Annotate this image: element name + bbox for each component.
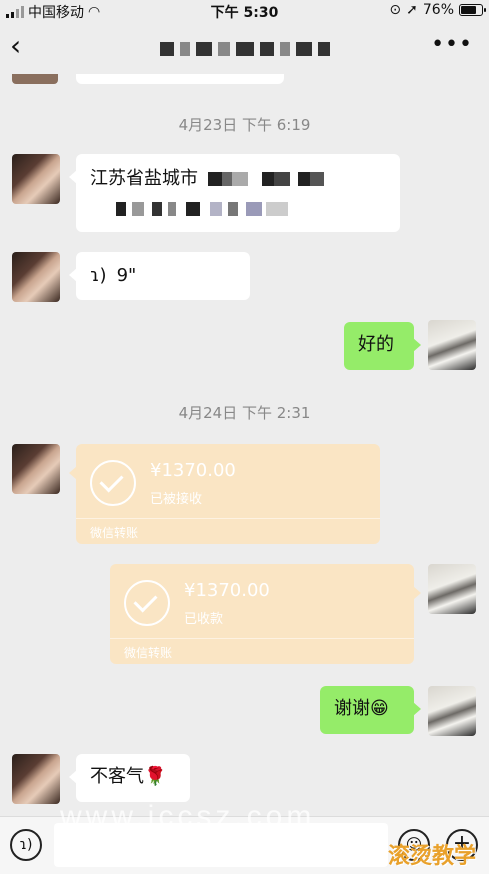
transfer-source: 微信转账: [124, 646, 173, 660]
battery-percent: 76%: [422, 2, 454, 18]
transfer-status: 已收款: [184, 612, 224, 627]
redacted-block: [246, 202, 262, 216]
redacted-block: [297, 172, 310, 186]
transfer-card-collected[interactable]: ¥1370.00 已收款 微信转账: [110, 564, 421, 664]
message-text: 谢谢😁: [334, 698, 389, 719]
battery-icon: [459, 4, 486, 16]
more-dots-icon[interactable]: •••: [431, 32, 473, 57]
watermark-brand: 滚烫教学: [388, 844, 477, 869]
voice-duration: 9": [116, 265, 137, 286]
chat-header: ‹ •••: [0, 22, 489, 74]
redacted-block: [261, 172, 274, 186]
redacted-block: [116, 202, 126, 216]
message-thanks[interactable]: 谢谢😁: [320, 686, 421, 734]
transfer-source: 微信转账: [90, 526, 139, 540]
voice-input-icon[interactable]: ɿ): [10, 829, 42, 861]
redacted-block: [231, 172, 248, 186]
my-avatar[interactable]: [428, 686, 476, 736]
voice-wave-icon: ɿ): [90, 265, 107, 286]
divider: [76, 518, 380, 519]
transfer-amount: ¥1370.00: [150, 460, 236, 481]
transfer-card-received[interactable]: ¥1370.00 已被接收 微信转账: [69, 444, 380, 544]
friend-avatar[interactable]: [12, 444, 60, 494]
message-text: 好的: [358, 334, 394, 355]
redacted-block: [273, 172, 290, 186]
divider: [110, 638, 414, 639]
message-text: 不客气🌹: [90, 766, 167, 787]
my-avatar[interactable]: [428, 320, 476, 370]
transfer-amount: ¥1370.00: [184, 580, 270, 601]
friend-avatar[interactable]: [12, 154, 60, 204]
lock-rotation-icon: ⊙: [389, 2, 402, 18]
address-text: 江苏省盐城市: [90, 168, 198, 189]
redacted-block: [266, 202, 288, 216]
chat-area: 4月23日 下午 6:19 江苏省盐城市 ɿ) 9" 好的 4月24日 下午 2:…: [0, 74, 489, 816]
redacted-block: [210, 202, 222, 216]
my-avatar[interactable]: [428, 564, 476, 614]
voice-message[interactable]: ɿ) 9": [69, 252, 250, 300]
friend-avatar[interactable]: [12, 252, 60, 302]
redacted-block: [228, 202, 238, 216]
check-icon: [90, 460, 136, 506]
message-welcome[interactable]: 不客气🌹: [69, 754, 190, 802]
back-icon[interactable]: ‹: [10, 32, 40, 62]
message-bubble-previous[interactable]: [76, 74, 284, 84]
contact-name-redacted: [160, 38, 360, 60]
message-reply-ok[interactable]: 好的: [344, 322, 421, 370]
redacted-block: [186, 202, 200, 216]
check-icon: [124, 580, 170, 626]
redacted-block: [207, 172, 222, 186]
friend-avatar[interactable]: [12, 754, 60, 804]
redacted-block: [309, 172, 324, 186]
location-icon: ➚: [406, 2, 418, 18]
redacted-block: [168, 202, 176, 216]
redacted-block: [221, 172, 232, 186]
redacted-block: [152, 202, 162, 216]
redacted-block: [132, 202, 144, 216]
timestamp: 4月23日 下午 6:19: [178, 116, 311, 134]
transfer-status: 已被接收: [150, 492, 203, 507]
status-right: ⊙ ➚ 76%: [389, 2, 486, 18]
avatar: [12, 74, 58, 84]
status-bar: 中国移动 ◠ 下午 5:30 ⊙ ➚ 76%: [0, 0, 489, 22]
watermark-url: www.jccsz.com: [60, 800, 316, 833]
timestamp: 4月24日 下午 2:31: [178, 404, 311, 422]
message-address[interactable]: 江苏省盐城市: [69, 154, 400, 232]
